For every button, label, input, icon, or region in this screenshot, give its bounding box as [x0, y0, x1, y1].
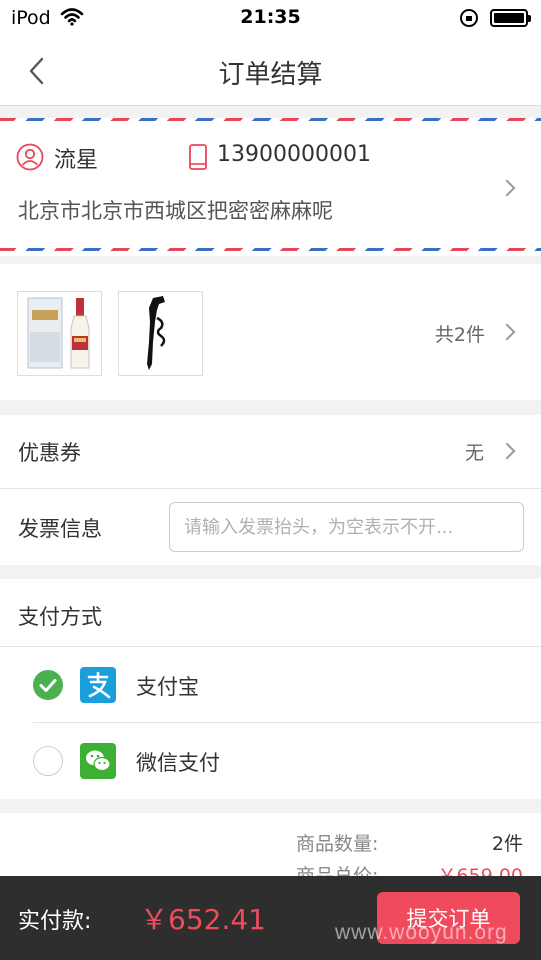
- chevron-right-icon: [498, 323, 516, 341]
- status-bar: iPod 21:35: [0, 0, 541, 40]
- battery-icon: [490, 9, 531, 27]
- recipient-phone: 13900000001: [217, 142, 371, 167]
- alipay-icon: [80, 667, 116, 703]
- divider: [0, 488, 541, 489]
- user-icon: [16, 143, 44, 177]
- wine-bottle-thumbnail: [17, 291, 102, 376]
- address-detail: 北京市北京市西城区把密密麻麻呢: [18, 199, 333, 223]
- phone-icon: [188, 144, 208, 176]
- payment-option-wechat[interactable]: 微信支付: [0, 723, 541, 799]
- checkout-bar: 实付款: ￥652.41 提交订单 www.wooyun.org: [0, 876, 541, 960]
- coupon-label: 优惠券: [18, 441, 81, 465]
- goods-count: 共2件: [434, 324, 485, 346]
- quantity-label: 商品数量:: [296, 833, 379, 855]
- amount-label: 实付款:: [18, 909, 92, 934]
- chevron-right-icon: [498, 442, 516, 460]
- payment-option-label: 微信支付: [136, 751, 220, 775]
- total-amount: ￥652.41: [140, 903, 266, 936]
- submit-order-button[interactable]: 提交订单: [377, 892, 520, 944]
- address-card[interactable]: 流星 13900000001 北京市北京市西城区把密密麻麻呢: [0, 118, 541, 256]
- checkmark-icon[interactable]: [33, 670, 63, 700]
- coupon-value: 无: [464, 442, 484, 464]
- payment-option-alipay[interactable]: 支付宝: [0, 647, 541, 723]
- orientation-lock-icon: [460, 9, 478, 27]
- chevron-right-icon: [498, 179, 516, 197]
- payment-option-label: 支付宝: [136, 675, 199, 699]
- airmail-border-bottom: [0, 248, 541, 251]
- invoice-title-input[interactable]: [169, 502, 524, 552]
- goods-row[interactable]: 共2件: [0, 264, 541, 400]
- corkscrew-thumbnail: [118, 291, 203, 376]
- recipient-name: 流星: [54, 148, 99, 173]
- page-title: 订单结算: [218, 60, 323, 90]
- radio-empty-icon[interactable]: [33, 746, 63, 776]
- payment-section: 支付方式 支付宝 微信支付: [0, 579, 541, 799]
- coupon-invoice-section: 优惠券 无 发票信息: [0, 415, 541, 565]
- coupon-row[interactable]: 优惠券 无: [0, 415, 541, 488]
- order-summary: 商品数量: 2件 商品总价: ￥659.00: [0, 813, 541, 883]
- nav-bar: 订单结算: [0, 40, 541, 106]
- wechat-icon: [80, 743, 116, 779]
- payment-title: 支付方式: [18, 605, 102, 629]
- airmail-border-top: [0, 118, 541, 121]
- quantity-value: 2件: [491, 833, 523, 855]
- invoice-label: 发票信息: [18, 517, 102, 541]
